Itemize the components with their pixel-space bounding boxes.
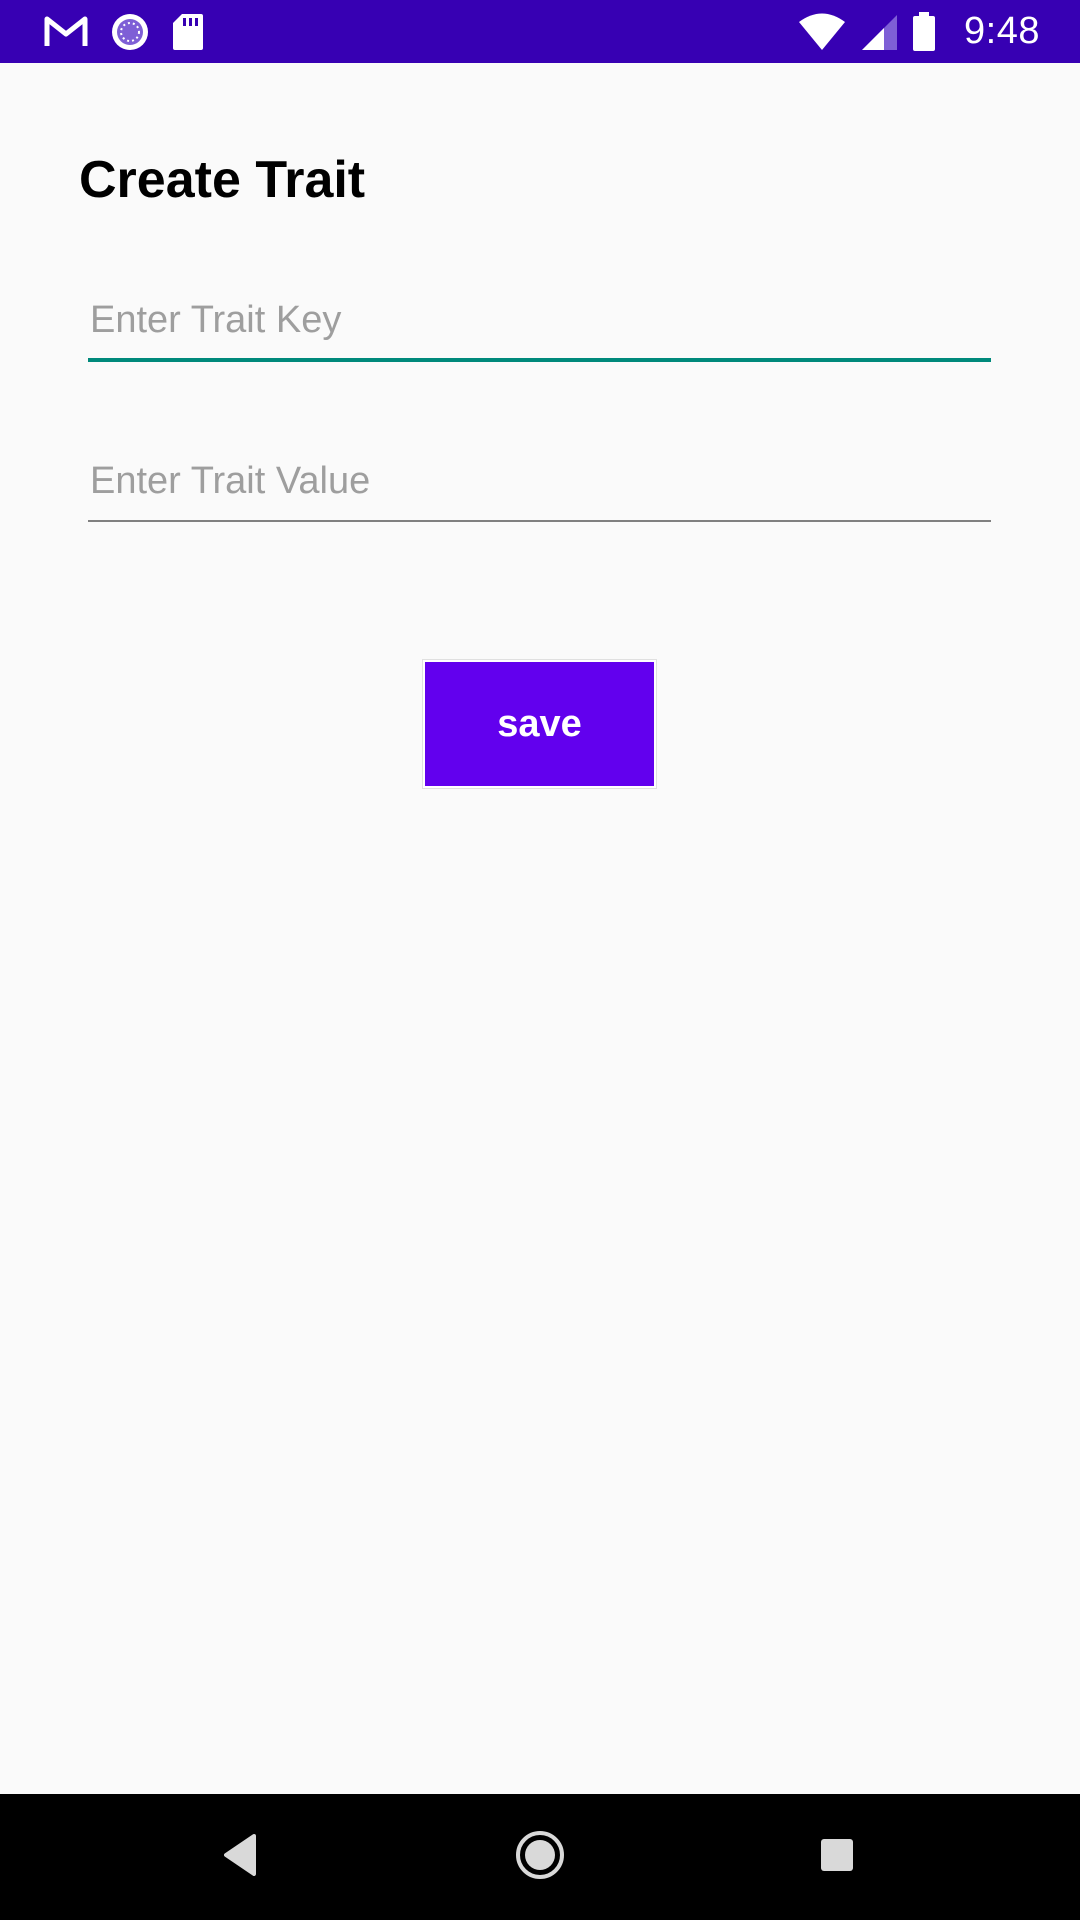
back-button[interactable] bbox=[207, 1824, 273, 1890]
home-button[interactable] bbox=[507, 1824, 573, 1890]
clock: 9:48 bbox=[964, 10, 1040, 52]
navigation-bar bbox=[0, 1794, 1080, 1920]
back-icon bbox=[220, 1833, 260, 1882]
home-icon bbox=[514, 1829, 566, 1886]
trait-key-input[interactable] bbox=[88, 282, 991, 362]
page-title: Create Trait bbox=[79, 151, 366, 209]
save-button[interactable]: save bbox=[423, 660, 656, 788]
loading-icon bbox=[110, 12, 150, 52]
gmail-icon bbox=[44, 15, 88, 49]
cellular-signal-icon bbox=[860, 13, 898, 51]
recents-button[interactable] bbox=[804, 1824, 870, 1890]
notification-icons bbox=[44, 0, 204, 63]
sd-card-icon bbox=[172, 13, 204, 51]
recents-icon bbox=[818, 1836, 856, 1879]
system-icons: 9:48 bbox=[798, 0, 1040, 63]
battery-icon bbox=[912, 11, 936, 52]
status-bar: 9:48 bbox=[0, 0, 1080, 63]
trait-value-input[interactable] bbox=[88, 442, 991, 522]
screen: 9:48 Create Trait save bbox=[0, 0, 1080, 1920]
wifi-icon bbox=[798, 13, 846, 51]
